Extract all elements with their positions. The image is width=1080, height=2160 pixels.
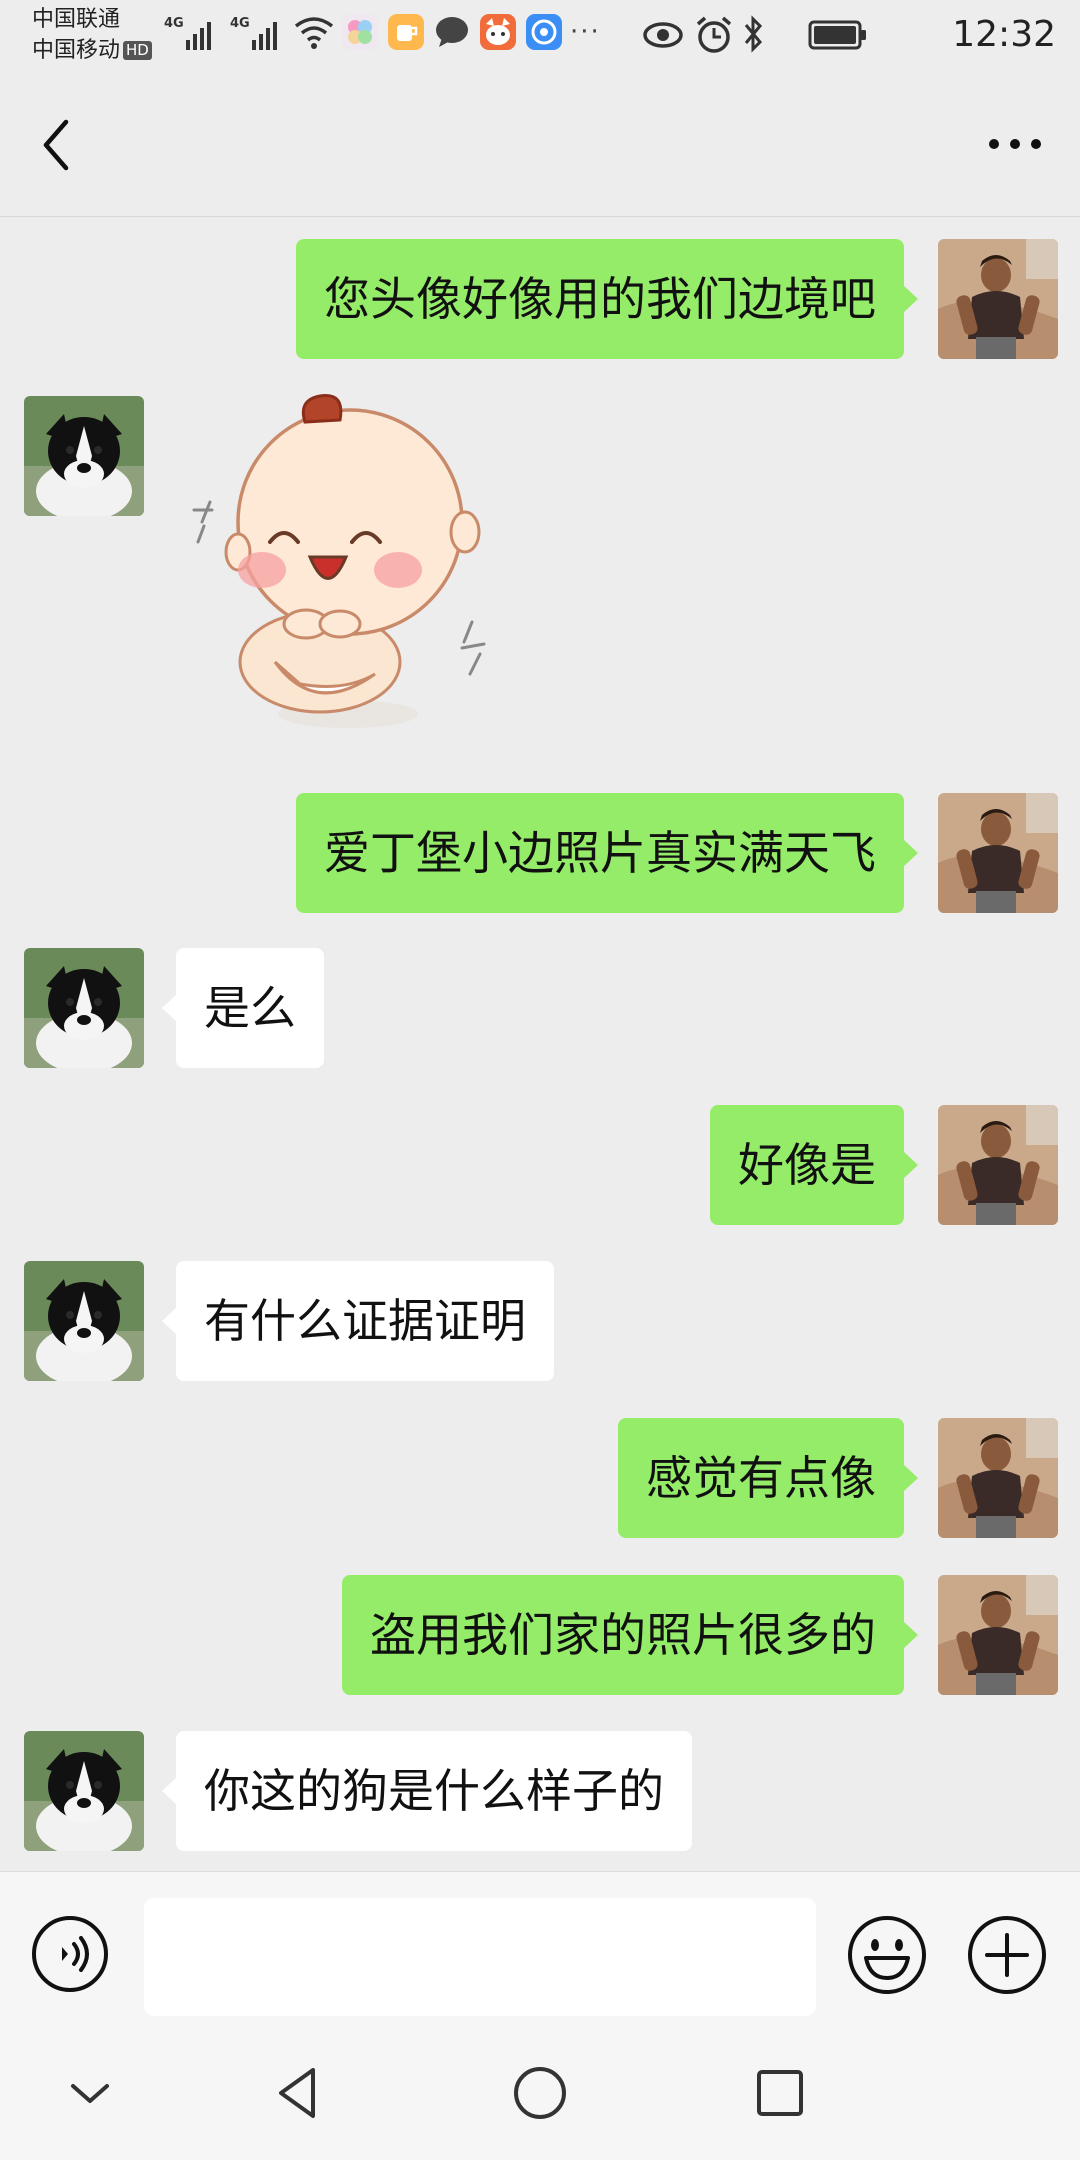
my-avatar[interactable]: [938, 793, 1058, 913]
sent-message-bubble[interactable]: 感觉有点像: [618, 1418, 918, 1538]
emoji-icon[interactable]: [846, 1914, 928, 1996]
contact-avatar[interactable]: [24, 1731, 144, 1851]
network-type-label: 4G: [164, 16, 184, 31]
eye-icon: [643, 22, 683, 48]
received-message-bubble[interactable]: 你这的狗是什么样子的: [162, 1731, 692, 1851]
chat-screen: 中国联通 中国移动 HD 4G 4G ··· 12:32 您头像好像用的我们边境…: [0, 0, 1080, 2160]
contact-avatar[interactable]: [24, 396, 144, 516]
hd-badge: HD: [123, 41, 152, 60]
flower-app-icon: [342, 14, 378, 50]
alarm-icon: [696, 16, 732, 53]
chevron-down-icon[interactable]: [55, 2058, 125, 2128]
voice-icon[interactable]: [30, 1914, 110, 1994]
received-message-bubble[interactable]: 有什么证据证明: [162, 1261, 554, 1381]
my-avatar[interactable]: [938, 1575, 1058, 1695]
more-notifications-icon: ···: [570, 17, 601, 47]
wifi-icon: [294, 17, 334, 49]
browser-app-icon: [526, 14, 562, 50]
cup-app-icon: [388, 14, 424, 50]
signal-icon-2: 4G: [230, 16, 277, 50]
message-input-bar: [0, 1871, 1080, 2022]
contact-avatar[interactable]: [24, 948, 144, 1068]
fox-app-icon: [480, 14, 516, 50]
message-list: 您头像好像用的我们边境吧 爱丁堡小边照片真实满天飞 是么 好像是 有什么证据证明…: [0, 217, 1080, 1870]
chevron-left-icon[interactable]: [34, 112, 84, 178]
battery-icon: [808, 20, 866, 50]
recents-square-icon[interactable]: [745, 2058, 815, 2128]
plus-icon[interactable]: [966, 1914, 1048, 1996]
contact-avatar[interactable]: [24, 1261, 144, 1381]
my-avatar[interactable]: [938, 1418, 1058, 1538]
message-input[interactable]: [144, 1898, 816, 2016]
my-avatar[interactable]: [938, 1105, 1058, 1225]
sent-message-bubble[interactable]: 爱丁堡小边照片真实满天飞: [296, 793, 918, 913]
carrier-info: 中国联通 中国移动 HD: [32, 4, 152, 66]
home-circle-icon[interactable]: [505, 2058, 575, 2128]
laughing-baby-sticker[interactable]: [180, 392, 520, 742]
status-bar: 中国联通 中国移动 HD 4G 4G ··· 12:32: [0, 0, 1080, 74]
network-type-label-2: 4G: [230, 16, 250, 31]
carrier-name-2: 中国移动: [32, 38, 121, 63]
received-message-bubble[interactable]: 是么: [162, 948, 324, 1068]
sent-message-bubble[interactable]: 盗用我们家的照片很多的: [342, 1575, 918, 1695]
back-triangle-icon[interactable]: [265, 2058, 335, 2128]
my-avatar[interactable]: [938, 239, 1058, 359]
clock: 12:32: [952, 14, 1056, 55]
sent-message-bubble[interactable]: 您头像好像用的我们边境吧: [296, 239, 918, 359]
bluetooth-icon: [744, 15, 763, 53]
chat-header: [0, 74, 1080, 217]
sent-message-bubble[interactable]: 好像是: [710, 1105, 918, 1225]
ellipsis-icon[interactable]: [980, 124, 1050, 164]
signal-icon: 4G: [164, 16, 211, 50]
carrier-name-1: 中国联通: [32, 7, 121, 32]
system-navigation-bar: [0, 2022, 1080, 2160]
chat-app-icon: [434, 14, 470, 50]
